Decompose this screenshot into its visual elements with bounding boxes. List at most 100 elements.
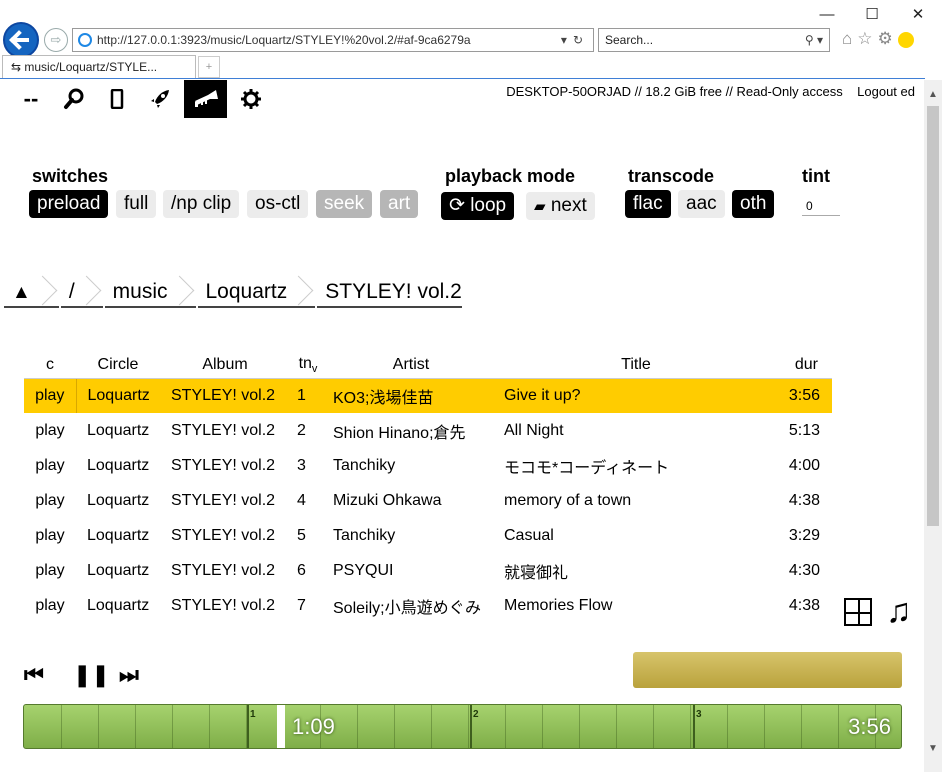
scroll-up-icon[interactable]: ▲ xyxy=(924,86,942,104)
switch-seek[interactable]: seek xyxy=(316,190,373,218)
file-table: c Circle Album tnv Artist Title dur play… xyxy=(24,352,832,623)
trumpet-icon[interactable] xyxy=(184,80,227,118)
breadcrumb-item-album[interactable]: STYLEY! vol.2 xyxy=(317,276,462,308)
switch-os-ctl[interactable]: os-ctl xyxy=(247,190,309,218)
search-placeholder: Search... xyxy=(605,33,654,47)
cell-album: STYLEY! vol.2 xyxy=(171,456,276,474)
table-row[interactable]: play Loquartz STYLEY! vol.2 2 Shion Hinano;倉… xyxy=(24,413,832,448)
switch-full[interactable]: full xyxy=(116,190,157,218)
gear-icon[interactable]: ⚙ xyxy=(878,29,898,48)
col-circle[interactable]: Circle xyxy=(76,352,160,379)
minimize-button[interactable]: — xyxy=(812,4,842,26)
play-link[interactable]: play xyxy=(24,483,76,518)
cell-title[interactable]: Give it up? xyxy=(496,378,776,413)
table-row[interactable]: play Loquartz STYLEY! vol.2 6 PSYQUI 就寝御礼 4:30 xyxy=(24,553,832,588)
position-time: 1:09 xyxy=(292,714,335,739)
cell-circle: Loquartz xyxy=(87,561,150,579)
col-tn[interactable]: tnv xyxy=(290,352,326,379)
play-link[interactable]: play xyxy=(24,518,76,553)
table-row[interactable]: play Loquartz STYLEY! vol.2 1 KO3;浅場佳苗 Give i… xyxy=(24,378,832,413)
cell-title[interactable]: 就寝御礼 xyxy=(496,553,776,588)
transcode-aac[interactable]: aac xyxy=(678,190,725,218)
tab-separator xyxy=(0,78,925,79)
play-link[interactable]: play xyxy=(24,378,77,413)
seek-grid-line xyxy=(801,705,802,748)
col-title[interactable]: Title xyxy=(496,352,776,379)
volume-slider[interactable] xyxy=(633,652,902,688)
switch-np-clip[interactable]: /np clip xyxy=(163,190,240,218)
rocket-icon[interactable] xyxy=(141,80,179,118)
scroll-thumb[interactable] xyxy=(927,106,939,526)
tab-title: music/Loquartz/STYLE... xyxy=(24,60,158,74)
new-tab-button[interactable]: + xyxy=(198,56,220,78)
cell-title[interactable]: All Night xyxy=(496,413,776,448)
search-icon[interactable]: ⚲ ▾ xyxy=(805,29,823,51)
maximize-button[interactable]: ☐ xyxy=(857,4,887,26)
transcode-oth[interactable]: oth xyxy=(732,190,775,218)
tint-input[interactable] xyxy=(802,196,840,216)
star-icon[interactable]: ☆ xyxy=(857,29,877,48)
seek-grid-line xyxy=(209,705,210,748)
cell-dur: 5:13 xyxy=(788,421,820,439)
col-artist[interactable]: Artist xyxy=(326,352,496,379)
loop-button[interactable]: ⟳ loop xyxy=(441,192,515,220)
music-note-icon[interactable]: ♫ xyxy=(886,592,912,631)
address-bar[interactable]: http://127.0.0.1:3923/music/Loquartz/STY… xyxy=(72,28,594,52)
logout-link[interactable]: Logout ed xyxy=(857,84,915,99)
cell-album: STYLEY! vol.2 xyxy=(171,561,276,579)
cell-tn: 5 xyxy=(297,526,306,544)
view-toggles: ♫ xyxy=(836,592,924,634)
play-link[interactable]: play xyxy=(24,553,76,588)
cell-title[interactable]: memory of a town xyxy=(496,483,776,518)
feedback-icon[interactable] xyxy=(897,31,914,48)
cell-tn: 1 xyxy=(290,378,326,413)
vertical-scrollbar[interactable]: ▲ ▼ xyxy=(924,80,942,772)
seek-grid-line xyxy=(616,705,617,748)
switch-art[interactable]: art xyxy=(380,190,419,218)
address-controls[interactable]: ▾↻ xyxy=(561,29,589,51)
dashes-icon[interactable]: -- xyxy=(12,80,50,118)
cell-title[interactable]: モコモ*コーディネート xyxy=(496,448,776,483)
breadcrumb-item-music[interactable]: music xyxy=(104,276,196,308)
seek-grid-line xyxy=(653,705,654,748)
cell-title[interactable]: Memories Flow xyxy=(496,588,776,623)
table-row[interactable]: play Loquartz STYLEY! vol.2 3 Tanchiky モコモ*コー… xyxy=(24,448,832,483)
back-button[interactable] xyxy=(3,22,39,58)
transcode-flac[interactable]: flac xyxy=(625,190,671,218)
marker-3 xyxy=(693,705,695,748)
phone-icon[interactable] xyxy=(98,80,136,118)
col-c[interactable]: c xyxy=(24,352,76,379)
breadcrumb-root[interactable]: ▲ xyxy=(4,276,59,308)
table-row[interactable]: play Loquartz STYLEY! vol.2 5 Tanchiky Casual… xyxy=(24,518,832,553)
play-link[interactable]: play xyxy=(24,588,76,623)
next-icon[interactable]: ⏭ xyxy=(119,662,139,688)
play-link[interactable]: play xyxy=(24,448,76,483)
seek-bar[interactable]: 1 2 3 1:09 3:56 xyxy=(23,704,902,749)
browser-tab[interactable]: ⇆ music/Loquartz/STYLE... xyxy=(2,55,196,79)
cell-circle: Loquartz xyxy=(87,456,150,474)
cell-title[interactable]: Casual xyxy=(496,518,776,553)
gear-icon[interactable] xyxy=(232,80,270,118)
prev-icon[interactable]: ⏮ xyxy=(24,662,44,688)
col-album[interactable]: Album xyxy=(160,352,290,379)
cell-artist: Tanchiky xyxy=(333,526,396,544)
server-status: DESKTOP-50ORJAD // 18.2 GiB free // Read… xyxy=(506,84,915,99)
home-icon[interactable]: ⌂ xyxy=(842,29,857,48)
col-dur[interactable]: dur xyxy=(776,352,832,379)
next-mode-button[interactable]: ▰ next xyxy=(526,192,595,220)
cell-artist: KO3;浅場佳苗 xyxy=(326,378,496,413)
switch-preload[interactable]: preload xyxy=(29,190,109,218)
cell-dur: 4:38 xyxy=(788,596,820,614)
search-icon[interactable] xyxy=(55,80,93,118)
table-row[interactable]: play Loquartz STYLEY! vol.2 4 Mizuki Ohkawa m… xyxy=(24,483,832,518)
grid-view-icon[interactable] xyxy=(844,598,872,626)
search-box[interactable]: Search... ⚲ ▾ xyxy=(598,28,830,52)
forward-button[interactable]: ⇨ xyxy=(44,28,68,52)
table-row[interactable]: play Loquartz STYLEY! vol.2 7 Soleily;小鳥遊めぐみ… xyxy=(24,588,832,623)
play-link[interactable]: play xyxy=(24,413,76,448)
pause-icon[interactable]: ❚❚ xyxy=(73,662,110,688)
close-button[interactable]: ✕ xyxy=(903,4,933,26)
breadcrumb-item-loquartz[interactable]: Loquartz xyxy=(197,276,316,308)
scroll-down-icon[interactable]: ▼ xyxy=(924,740,942,758)
breadcrumb-item-root[interactable]: / xyxy=(60,276,103,308)
